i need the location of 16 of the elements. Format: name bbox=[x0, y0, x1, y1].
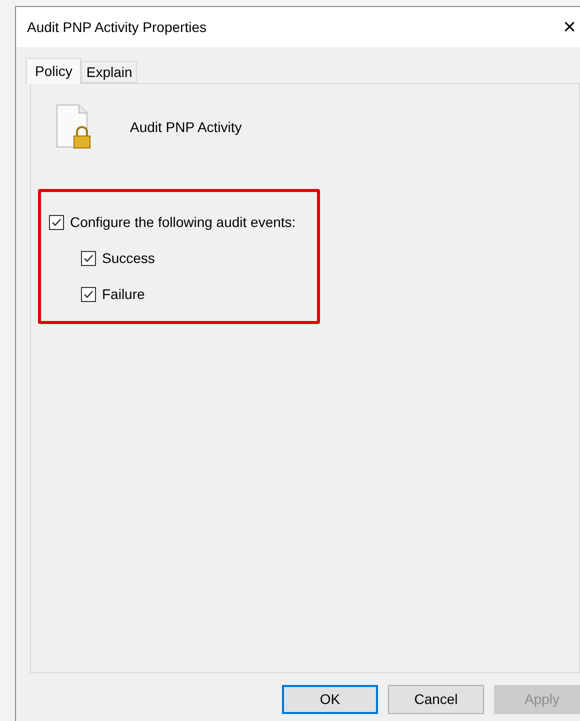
policy-name: Audit PNP Activity bbox=[130, 118, 242, 137]
checkbox[interactable] bbox=[81, 251, 96, 266]
dialog-button[interactable]: Cancel bbox=[388, 685, 484, 714]
checkbox[interactable] bbox=[49, 215, 64, 230]
tab[interactable]: Explain bbox=[81, 61, 138, 83]
checkmark-icon bbox=[51, 217, 62, 228]
checkbox-label: Success bbox=[102, 249, 155, 268]
window-title: Audit PNP Activity Properties bbox=[27, 18, 206, 37]
checkbox-label: Failure bbox=[102, 285, 145, 304]
checkbox-label: Configure the following audit events: bbox=[70, 213, 296, 232]
checkbox[interactable] bbox=[81, 287, 96, 302]
tab[interactable]: Policy bbox=[26, 58, 82, 84]
dialog-button[interactable]: OK bbox=[282, 685, 378, 714]
close-button[interactable]: × bbox=[563, 16, 580, 38]
checkmark-icon bbox=[83, 253, 94, 264]
checkmark-icon bbox=[83, 289, 94, 300]
